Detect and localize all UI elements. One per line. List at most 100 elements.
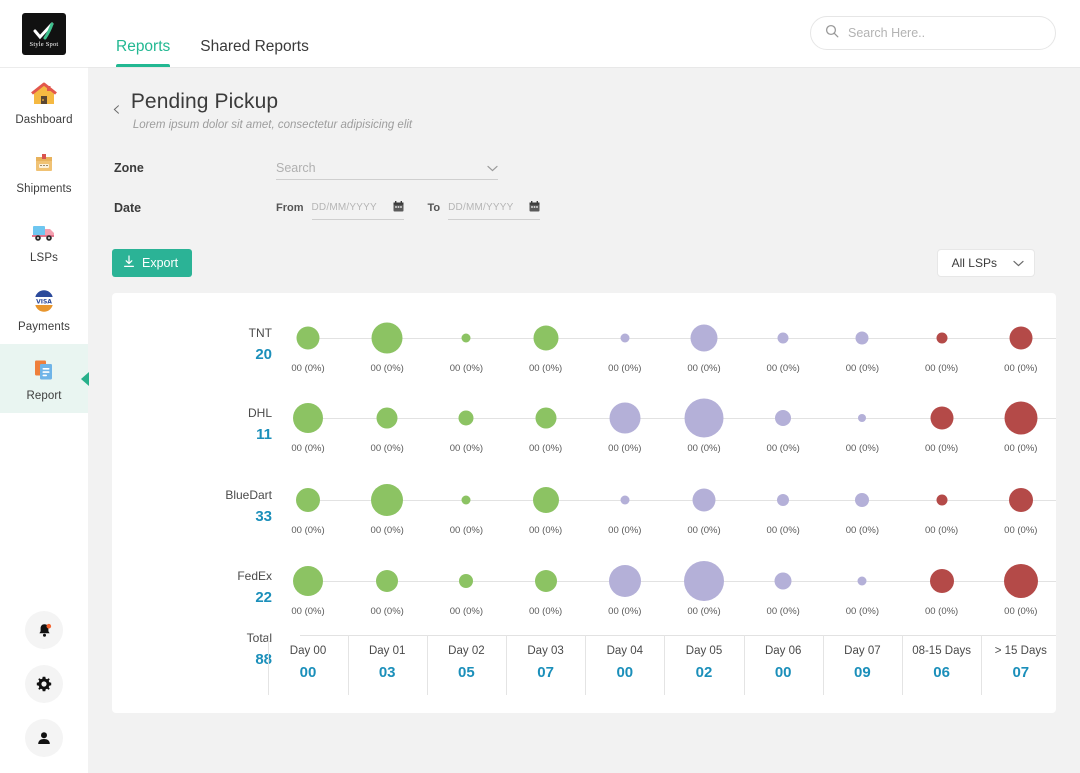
chart-bubble[interactable] [461,333,471,343]
main-area: Reports Shared Reports ‹ Pending Pickup [88,0,1080,773]
chart-bubble[interactable] [1009,326,1033,350]
chart-bubble[interactable] [532,487,559,513]
chart-bubble[interactable] [376,407,398,429]
sidebar-item-label: Shipments [16,183,72,195]
tab-reports[interactable]: Reports [116,38,171,68]
chart-column-header: Day 07 09 [844,645,880,681]
chart-bubble[interactable] [936,494,948,506]
chart-bubble[interactable] [1003,564,1038,598]
chart-column-label: Day 03 [527,645,564,657]
bubble-chart-card: TNT 20 00 (0%) 00 (0%) 00 (0%) 00 (0%) 00 (0%)… [112,293,1056,713]
chart-bubble[interactable] [777,494,790,506]
sidebar-bottom-actions [25,611,63,773]
chart-row-value: 33 [255,508,272,525]
active-indicator-caret [81,371,89,386]
package-box-icon [30,150,58,176]
chart-bubble[interactable] [458,410,474,426]
user-account-button[interactable] [25,719,63,757]
chart-bubble[interactable] [533,325,559,351]
chart-bubble-label: 00 (0%) [1004,606,1038,617]
chart-bubble[interactable] [620,495,630,505]
chart-bubble[interactable] [684,398,724,438]
chart-bubble[interactable] [858,414,867,422]
chart-bubble-label: 00 (0%) [845,606,880,617]
zone-select[interactable]: Search [276,156,498,180]
chart-row-label: FedEx 22 [192,569,272,606]
filter-panel: Zone Search Date From DD/MM/YYYY To DD/M… [114,151,1056,225]
chart-bubble[interactable] [936,332,948,344]
tab-shared-reports[interactable]: Shared Reports [200,38,309,68]
chart-bubble[interactable] [459,574,474,588]
chart-bubble-label: 00 (0%) [1004,363,1038,374]
calendar-icon[interactable] [393,199,404,217]
chart-bubble[interactable] [857,576,867,586]
chart-bubble[interactable] [371,322,403,354]
chart-bubble-label: 00 (0%) [845,363,880,374]
chart-column-divider [664,635,666,695]
lsp-filter-label: All LSPs [951,256,997,270]
chart-bubble[interactable] [1008,488,1033,512]
chart-bubble[interactable] [534,570,557,592]
chart-bubble[interactable] [371,484,404,516]
chart-bubble[interactable] [620,333,630,343]
chart-bubble-label: 00 (0%) [528,363,563,374]
date-from-field[interactable]: DD/MM/YYYY [311,196,404,220]
chart-bubble[interactable] [535,407,557,429]
chart-bubble-label: 00 (0%) [449,443,484,454]
settings-gear-button[interactable] [25,665,63,703]
chart-column-divider [585,635,587,695]
chart-column-divider [822,635,824,695]
chart-bubble[interactable] [855,493,870,507]
chart-bubble[interactable] [293,403,323,433]
search-input[interactable] [848,26,1041,40]
brand-logo[interactable]: Style Spot [0,0,88,68]
chart-bubble[interactable] [692,488,716,512]
chart-bubble[interactable] [461,495,471,505]
chart-bubble-label: 00 (0%) [291,525,325,536]
report-document-icon [30,357,58,383]
export-button[interactable]: Export [112,249,193,277]
chart-bubble-label: 00 (0%) [687,525,721,536]
sidebar-item-payments[interactable]: VISA Payments [0,275,88,344]
sidebar-item-label: Dashboard [15,114,73,126]
chart-bubble[interactable] [777,332,789,344]
chart-bubble[interactable] [376,570,399,592]
chart-bubble[interactable] [684,561,724,601]
chart-bubble[interactable] [929,569,954,593]
chart-bubble[interactable] [855,331,869,345]
chart-bubble[interactable] [774,572,792,590]
chart-bubble[interactable] [293,566,323,596]
chart-bubble[interactable] [296,488,320,512]
chart-row-label: TNT 20 [192,326,272,363]
chart-row-name: FedEx [237,569,272,583]
chart-column-label: Day 07 [844,645,881,657]
chart-bubble[interactable] [296,326,320,350]
sidebar-item-lsps[interactable]: LSPs [0,206,88,275]
chart-bubble[interactable] [930,406,954,430]
date-to-field[interactable]: DD/MM/YYYY [448,196,541,220]
chart-bubble[interactable] [690,324,718,352]
chart-bubble[interactable] [775,410,792,426]
search-box[interactable] [810,16,1056,50]
calendar-icon[interactable] [529,199,540,217]
chart-bubble-label: 00 (0%) [608,525,642,536]
chart-column-label: 08-15 Days [912,645,971,657]
chevron-left-icon[interactable]: ‹ [112,99,121,121]
sidebar-item-label: Report [26,390,62,402]
topbar: Reports Shared Reports [88,0,1080,68]
chart-row-label: BlueDart 33 [192,488,272,525]
chart-column-total: 05 [458,664,475,681]
notification-bell-button[interactable] [25,611,63,649]
chart-column-header: > 15 Days 07 [995,645,1047,681]
chart-bubble[interactable] [608,565,641,597]
chart-column-total: 00 [774,664,792,681]
sidebar-item-dashboard[interactable]: Dashboard [0,68,88,137]
chart-bubble[interactable] [609,402,641,434]
page-subtitle: Lorem ipsum dolor sit amet, consectetur … [132,119,413,131]
chart-bubble-label: 00 (0%) [924,363,959,374]
sidebar-item-report[interactable]: Report [0,344,89,413]
sidebar-item-shipments[interactable]: Shipments [0,137,88,206]
lsp-filter-select[interactable]: All LSPs [936,249,1035,277]
chart-column-total: 09 [854,664,871,681]
chart-bubble[interactable] [1004,401,1038,435]
